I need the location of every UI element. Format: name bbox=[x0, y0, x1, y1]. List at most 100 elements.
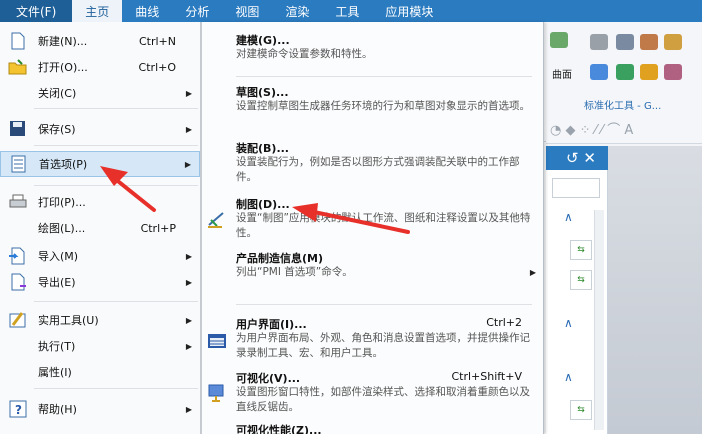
submenu-item-desc: 设置装配行为，例如是否以图形方式强调装配关联中的工作部件。 bbox=[236, 156, 520, 183]
menu-item-label: 导入(M) bbox=[38, 250, 79, 263]
submenu-item-pmi[interactable]: 产品制造信息(M) 列出“PMI 首选项”命令。 ▶ bbox=[202, 250, 544, 284]
menu-item-utilities[interactable]: 实用工具(U) ▶ bbox=[0, 307, 200, 333]
menu-item-label: 新建(N)... bbox=[38, 35, 88, 48]
side-tool-icon[interactable]: ⇆ bbox=[570, 270, 592, 290]
help-icon: ? bbox=[9, 400, 27, 418]
submenu-arrow-icon: ▶ bbox=[185, 315, 192, 325]
graphics-canvas[interactable] bbox=[608, 146, 702, 434]
surface-label: 曲面 bbox=[552, 70, 572, 81]
side-tool-icon[interactable]: ⇆ bbox=[570, 400, 592, 420]
menu-separator bbox=[34, 388, 198, 389]
file-menu: 新建(N)... Ctrl+N 打开(O)... Ctrl+O 关闭(C) ▶ … bbox=[0, 22, 201, 434]
submenu-item-sketch[interactable]: 草图(S)... 设置控制草图生成器任务环境的行为和草图对象显示的首选项。 bbox=[202, 84, 544, 132]
side-tool-icon[interactable]: ⇆ bbox=[570, 240, 592, 260]
submenu-arrow-icon: ▶ bbox=[184, 159, 191, 169]
tab-view[interactable]: 视图 bbox=[222, 0, 272, 22]
ribbon-tool-icon[interactable] bbox=[590, 34, 608, 50]
submenu-item-modeling[interactable]: 建模(G)... 对建模命令设置参数和特性。 bbox=[202, 32, 544, 72]
svg-text:?: ? bbox=[15, 403, 22, 417]
menu-item-import[interactable]: 导入(M) ▶ bbox=[0, 243, 200, 269]
standard-toolbar-label[interactable]: 标准化工具 - G... bbox=[584, 97, 661, 112]
menu-file[interactable]: 文件(F) bbox=[0, 0, 73, 22]
menu-item-help[interactable]: ? 帮助(H) ▶ bbox=[0, 396, 200, 422]
chevron-up-icon[interactable]: ∧ bbox=[564, 316, 573, 330]
print-icon bbox=[9, 194, 27, 208]
menu-separator bbox=[34, 108, 198, 109]
tab-tools[interactable]: 工具 bbox=[322, 0, 372, 22]
tab-curve[interactable]: 曲线 bbox=[122, 0, 172, 22]
submenu-item-title: 建模(G)... bbox=[236, 34, 290, 47]
utilities-icon bbox=[9, 312, 26, 328]
menu-separator bbox=[236, 304, 532, 305]
menu-item-save[interactable]: 保存(S) ▶ bbox=[0, 116, 200, 142]
menu-item-plot[interactable]: 绘图(L)... Ctrl+P bbox=[0, 215, 200, 241]
menu-separator bbox=[236, 76, 532, 77]
ribbon-tool-icon[interactable] bbox=[640, 34, 658, 50]
submenu-item-title: 产品制造信息(M) bbox=[236, 252, 324, 265]
submenu-arrow-icon: ▶ bbox=[185, 124, 192, 134]
shortcut-label: Ctrl+P bbox=[140, 221, 176, 235]
menu-item-label: 导出(E) bbox=[38, 276, 76, 289]
submenu-item-assemblies[interactable]: 装配(B)... 设置装配行为，例如是否以图形方式强调装配关联中的工作部件。 bbox=[202, 140, 544, 188]
ribbon-tool-icon[interactable] bbox=[590, 64, 608, 80]
menu-item-label: 帮助(H) bbox=[38, 403, 77, 416]
submenu-item-desc: 列出“PMI 首选项”命令。 bbox=[236, 266, 353, 278]
menu-item-close[interactable]: 关闭(C) ▶ bbox=[0, 80, 200, 106]
tab-applications[interactable]: 应用模块 bbox=[372, 0, 446, 22]
submenu-arrow-icon: ▶ bbox=[185, 404, 192, 414]
submenu-item-desc: 设置图形窗口特性，如部件渲染样式、选择和取消着重颜色以及直线反锯齿。 bbox=[236, 386, 530, 413]
ribbon-tool-icon[interactable] bbox=[664, 34, 682, 50]
ribbon-tool-icon[interactable] bbox=[664, 64, 682, 80]
open-folder-icon bbox=[8, 59, 27, 75]
menu-item-label: 执行(T) bbox=[38, 340, 76, 353]
menu-item-preferences[interactable]: 首选项(P) ▶ bbox=[0, 151, 200, 177]
submenu-arrow-icon: ▶ bbox=[529, 268, 536, 277]
menubar: 文件(F) 主页 曲线 分析 视图 渲染 工具 应用模块 bbox=[0, 0, 702, 22]
panel-scrollbar[interactable] bbox=[594, 210, 604, 430]
new-file-icon bbox=[11, 32, 25, 50]
visualization-icon bbox=[208, 384, 224, 402]
tab-home[interactable]: 主页 bbox=[72, 0, 123, 22]
submenu-item-visualization-performance[interactable]: 可视化性能(Z)... bbox=[202, 422, 544, 434]
submenu-item-title: 装配(B)... bbox=[236, 142, 289, 155]
ribbon-tool-icon[interactable] bbox=[640, 64, 658, 80]
tab-analysis[interactable]: 分析 bbox=[172, 0, 222, 22]
panel-input[interactable] bbox=[552, 178, 600, 198]
surface-icon[interactable] bbox=[550, 32, 568, 48]
menu-item-label: 打印(P)... bbox=[38, 196, 86, 209]
menu-item-label: 首选项(P) bbox=[39, 158, 88, 171]
chevron-up-icon[interactable]: ∧ bbox=[564, 370, 573, 384]
tab-render[interactable]: 渲染 bbox=[272, 0, 322, 22]
menu-separator bbox=[34, 145, 198, 146]
submenu-arrow-icon: ▶ bbox=[185, 341, 192, 351]
chevron-up-icon[interactable]: ∧ bbox=[564, 210, 573, 224]
save-icon bbox=[10, 121, 25, 136]
user-interface-icon bbox=[208, 334, 226, 348]
shortcut-label: Ctrl+N bbox=[138, 34, 176, 48]
submenu-item-title: 草图(S)... bbox=[236, 86, 289, 99]
import-icon bbox=[9, 247, 25, 265]
panel-title-bar: ↺ ✕ bbox=[546, 146, 608, 170]
submenu-item-visualization[interactable]: 可视化(V)... Ctrl+Shift+V 设置图形窗口特性，如部件渲染样式、… bbox=[202, 370, 544, 418]
submenu-item-desc: 设置控制草图生成器任务环境的行为和草图对象显示的首选项。 bbox=[236, 100, 530, 112]
menu-item-execute[interactable]: 执行(T) ▶ bbox=[0, 333, 200, 359]
submenu-item-title: 可视化性能(Z)... bbox=[236, 424, 322, 434]
menu-item-properties[interactable]: 属性(I) bbox=[0, 359, 200, 385]
shortcut-label: Ctrl+Shift+V bbox=[451, 370, 522, 383]
menu-item-open[interactable]: 打开(O)... Ctrl+O bbox=[0, 54, 200, 80]
menu-item-label: 绘图(L)... bbox=[38, 222, 86, 235]
ribbon-tool-icon[interactable] bbox=[616, 64, 634, 80]
preferences-submenu: 建模(G)... 对建模命令设置参数和特性。 草图(S)... 设置控制草图生成… bbox=[201, 22, 544, 434]
ribbon-tool-icon[interactable] bbox=[616, 34, 634, 50]
menu-item-new[interactable]: 新建(N)... Ctrl+N bbox=[0, 28, 200, 54]
menu-item-label: 打开(O)... bbox=[38, 61, 88, 74]
menu-item-print[interactable]: 打印(P)... bbox=[0, 189, 200, 215]
menu-item-export[interactable]: 导出(E) ▶ bbox=[0, 269, 200, 295]
submenu-item-title: 制图(D)... bbox=[236, 198, 290, 211]
submenu-item-drafting[interactable]: 制图(D)... 设置“制图”应用模块的默认工作流、图纸和注释设置以及其他特性。 bbox=[202, 196, 544, 246]
submenu-arrow-icon: ▶ bbox=[185, 88, 192, 98]
close-icon[interactable]: ↺ ✕ bbox=[566, 149, 596, 167]
preferences-icon bbox=[11, 155, 26, 173]
submenu-item-user-interface[interactable]: 用户界面(I)... Ctrl+2 为用户界面布局、外观、角色和消息设置首选项，… bbox=[202, 316, 544, 364]
menu-separator bbox=[34, 185, 198, 186]
